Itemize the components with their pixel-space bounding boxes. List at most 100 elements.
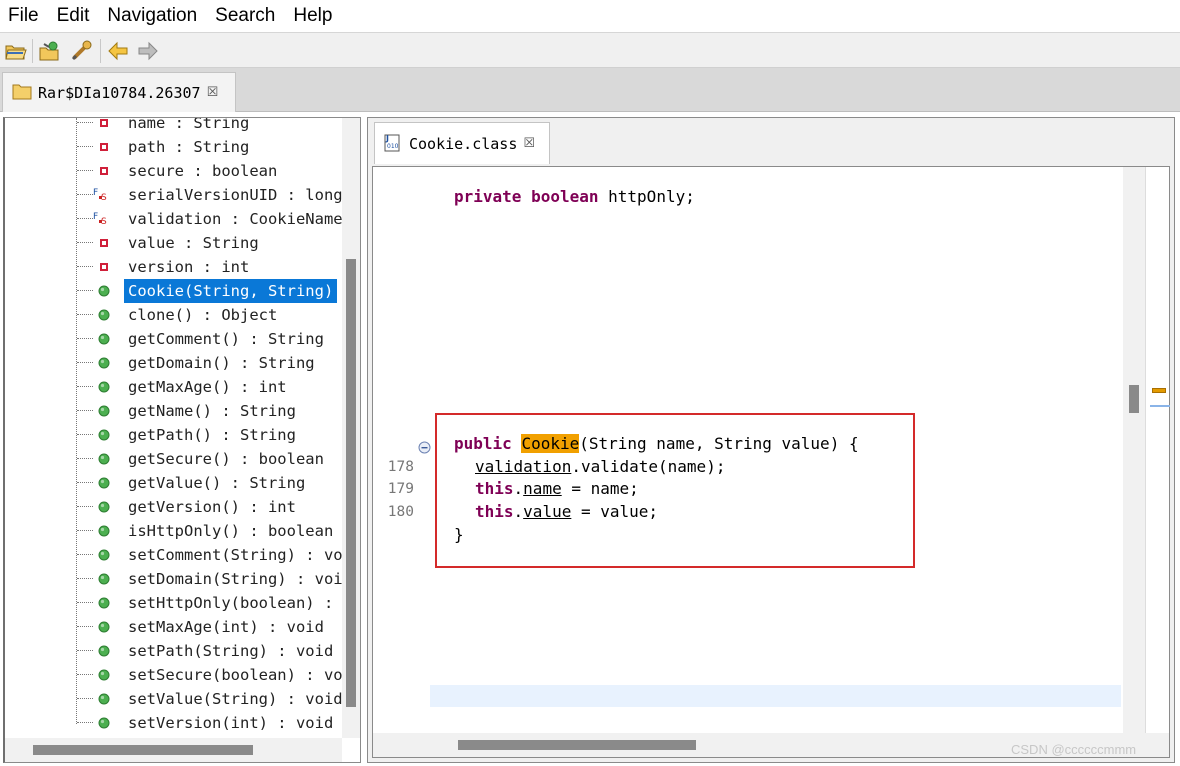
tree-horizontal-scrollbar[interactable] xyxy=(5,738,342,762)
tree-item[interactable]: isHttpOnly() : boolean xyxy=(5,519,342,543)
tree-item-label: Cookie(String, String) xyxy=(124,279,338,303)
public-method-icon xyxy=(97,332,111,346)
public-method-icon xyxy=(97,548,111,562)
svg-text:010: 010 xyxy=(387,143,399,150)
tree-connector xyxy=(77,578,93,579)
tree-item[interactable]: getDomain() : String xyxy=(5,351,342,375)
public-method-icon xyxy=(97,692,111,706)
public-method-icon xyxy=(97,572,111,586)
tree-vertical-scroll-thumb[interactable] xyxy=(346,259,356,707)
overview-ruler[interactable] xyxy=(1145,167,1170,733)
tree-item[interactable]: setValue(String) : void xyxy=(5,687,343,711)
tree-item[interactable]: getSecure() : boolean xyxy=(5,447,342,471)
tree-connector xyxy=(77,410,93,411)
public-method-icon xyxy=(97,524,111,538)
svg-text:F: F xyxy=(93,212,98,222)
tree-connector xyxy=(77,314,93,315)
tree-item[interactable]: getMaxAge() : int xyxy=(5,375,342,399)
tree-item-label: version : int xyxy=(128,258,250,276)
tree-item[interactable]: F S serialVersionUID : long xyxy=(5,183,343,207)
back-arrow-icon[interactable] xyxy=(106,40,130,62)
tree-item[interactable]: getVersion() : int xyxy=(5,495,342,519)
close-tab-icon[interactable]: ☒ xyxy=(207,85,219,100)
public-method-icon xyxy=(97,428,111,442)
public-method-icon xyxy=(97,500,111,514)
public-method-icon xyxy=(97,644,111,658)
tree-horizontal-scroll-thumb[interactable] xyxy=(33,745,253,755)
tree-item-label: setVersion(int) : void xyxy=(128,714,334,732)
tree-item[interactable]: setDomain(String) : voic xyxy=(5,567,352,591)
tree-item[interactable]: getName() : String xyxy=(5,399,342,423)
editor-vertical-scroll-thumb[interactable] xyxy=(1129,385,1139,413)
tree-connector xyxy=(77,722,93,723)
tree-item[interactable]: value : String xyxy=(5,231,342,255)
occurrence-marker[interactable] xyxy=(1152,388,1166,393)
open-type-icon[interactable] xyxy=(38,40,62,62)
private-field-icon xyxy=(97,164,111,178)
static-final-field-icon: FS xyxy=(93,209,107,227)
code-line-field: private boolean httpOnly; xyxy=(454,187,695,206)
editor-horizontal-scroll-thumb[interactable] xyxy=(458,740,696,750)
tree-connector xyxy=(77,506,93,507)
tree-item[interactable]: version : int xyxy=(5,255,342,279)
tree-item[interactable]: secure : boolean xyxy=(5,159,342,183)
public-method-icon xyxy=(97,476,111,490)
annotation-red-box xyxy=(435,413,915,568)
code-text: httpOnly; xyxy=(598,187,695,206)
tree-item-label: setPath(String) : void xyxy=(128,642,334,660)
open-file-icon[interactable] xyxy=(4,40,28,62)
watermark: CSDN @ccccccmmm xyxy=(1011,742,1137,757)
menu-edit[interactable]: Edit xyxy=(48,0,99,32)
forward-arrow-icon[interactable] xyxy=(136,40,160,62)
public-method-icon xyxy=(97,716,111,730)
tree-item[interactable]: setMaxAge(int) : void xyxy=(5,615,342,639)
class-tab-label: Cookie.class xyxy=(409,134,518,153)
tree-item[interactable]: Cookie(String, String) xyxy=(5,279,342,303)
tree-item-label: getPath() : String xyxy=(128,426,296,444)
public-method-icon xyxy=(97,596,111,610)
editor-vertical-scrollbar[interactable] xyxy=(1123,167,1145,733)
code-editor[interactable]: 178 179 180 private boolean httpOnly; pu… xyxy=(372,166,1170,758)
tree-item[interactable]: F S validation : CookieNameV xyxy=(5,207,352,231)
tree-item[interactable]: setPath(String) : void xyxy=(5,639,342,663)
tree-connector xyxy=(77,434,93,435)
tree-item-label: isHttpOnly() : boolean xyxy=(128,522,334,540)
file-tab[interactable]: Rar$DIa10784.26307 ☒ xyxy=(2,72,236,112)
menu-file[interactable]: File xyxy=(0,0,48,32)
close-class-tab-icon[interactable]: ☒ xyxy=(523,136,535,151)
tree-item[interactable]: setHttpOnly(boolean) : v xyxy=(5,591,352,615)
tree-item[interactable]: setVersion(int) : void xyxy=(5,711,342,735)
tree-item[interactable]: getPath() : String xyxy=(5,423,342,447)
public-method-icon xyxy=(97,668,111,682)
svg-text:J: J xyxy=(385,134,389,143)
open-type-hierarchy-icon[interactable] xyxy=(70,40,94,62)
file-tab-label: Rar$DIa10784.26307 xyxy=(38,83,201,102)
tree-connector xyxy=(77,170,93,171)
line-number: 180 xyxy=(387,504,414,520)
tree-item-label: getVersion() : int xyxy=(128,498,296,516)
tree-item-label: clone() : Object xyxy=(128,306,278,324)
tree-item[interactable]: getValue() : String xyxy=(5,471,342,495)
tree-item[interactable]: setSecure(boolean) : voi xyxy=(5,663,352,687)
tree-item[interactable]: setComment(String) : voi xyxy=(5,543,352,567)
tree-vertical-scrollbar[interactable] xyxy=(342,118,360,738)
toolbar-separator xyxy=(32,39,33,63)
tree-item[interactable]: path : String xyxy=(5,135,342,159)
menu-help[interactable]: Help xyxy=(284,0,341,32)
menu-navigation[interactable]: Navigation xyxy=(98,0,206,32)
class-file-tab[interactable]: 010 J Cookie.class ☒ xyxy=(374,122,550,164)
outline-tree: name : String path : String secure : boole… xyxy=(3,117,361,763)
line-number: 178 xyxy=(387,459,414,475)
tree-item-label: name : String xyxy=(128,117,250,132)
tree-item-label: setMaxAge(int) : void xyxy=(128,618,324,636)
menu-search[interactable]: Search xyxy=(206,0,284,32)
public-method-icon xyxy=(97,308,111,322)
tree-item-label: getName() : String xyxy=(128,402,296,420)
tree-item[interactable]: name : String xyxy=(5,117,342,135)
tree-item[interactable]: clone() : Object xyxy=(5,303,342,327)
tree-item-label: value : String xyxy=(128,234,259,252)
tree-item[interactable]: getComment() : String xyxy=(5,327,342,351)
tree-connector xyxy=(77,530,93,531)
tree-connector xyxy=(77,650,93,651)
menu-bar: File Edit Navigation Search Help xyxy=(0,0,1180,32)
